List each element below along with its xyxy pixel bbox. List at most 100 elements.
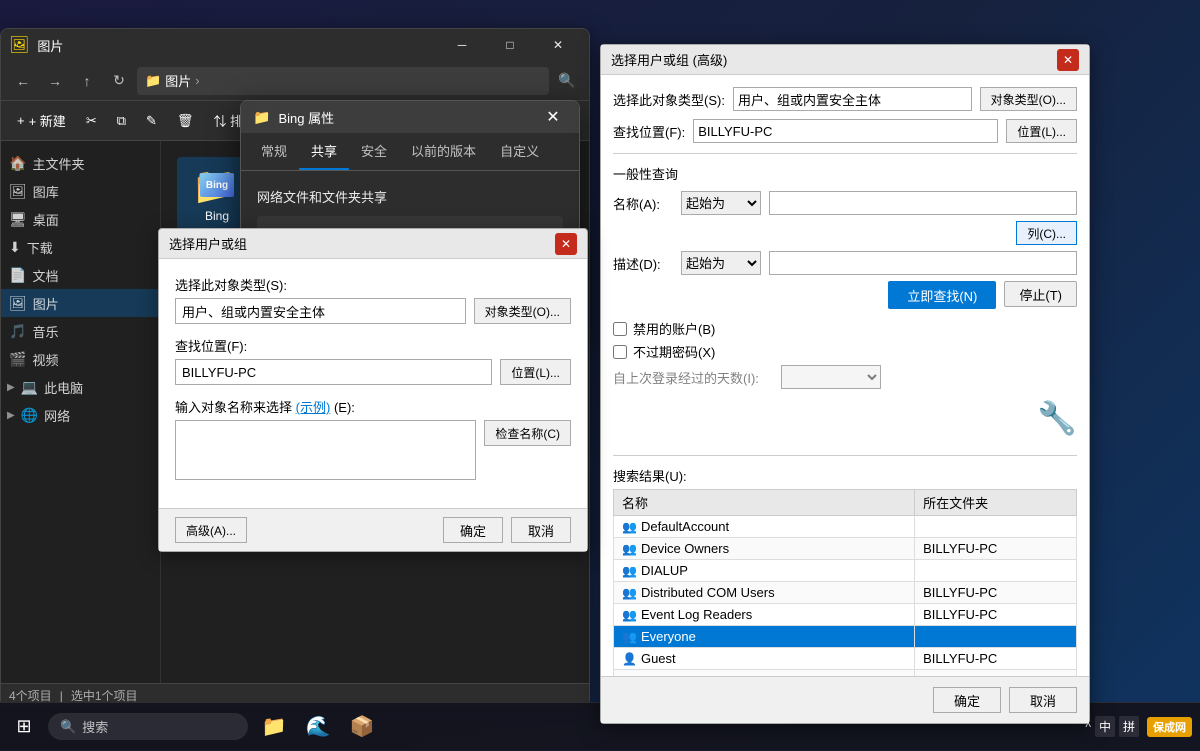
adv-location-input[interactable]: [693, 119, 998, 143]
close-button[interactable]: ✕: [535, 29, 581, 61]
sidebar-item-gallery[interactable]: 🖼 图库: [1, 177, 160, 205]
no-expire-pwd-checkbox[interactable]: [613, 345, 627, 359]
tab-general[interactable]: 常规: [249, 133, 299, 170]
select-user-small-close[interactable]: ✕: [555, 233, 577, 255]
sidebar-item-music[interactable]: 🎵 音乐: [1, 317, 160, 345]
enter-name-textarea[interactable]: [175, 420, 476, 480]
table-row[interactable]: 👤GuestBILLYFU-PC: [614, 648, 1077, 670]
adv-desc-input[interactable]: [769, 251, 1077, 275]
adv-dialog-titlebar: 选择用户或组 (高级) ✕: [601, 45, 1089, 75]
maximize-button[interactable]: □: [487, 29, 533, 61]
address-chevron: ›: [195, 73, 199, 88]
enter-name-field-row: 检查名称(C): [175, 420, 571, 480]
refresh-button[interactable]: ↻: [105, 67, 133, 95]
example-link[interactable]: (示例): [296, 400, 331, 415]
section-divider-2: [613, 455, 1077, 456]
sidebar-item-desktop[interactable]: 🖥 桌面: [1, 205, 160, 233]
columns-button[interactable]: 列(C)...: [1016, 221, 1077, 245]
sidebar-item-network[interactable]: ▶ 🌐 网络: [1, 401, 160, 429]
adv-cancel-button[interactable]: 取消: [1009, 687, 1077, 713]
table-row[interactable]: 👥Event Log ReadersBILLYFU-PC: [614, 604, 1077, 626]
disabled-account-checkbox[interactable]: [613, 322, 627, 336]
up-button[interactable]: ↑: [73, 67, 101, 95]
taskbar-tray: ^ 中 拼: [1085, 716, 1139, 737]
table-row[interactable]: 👥Everyone: [614, 626, 1077, 648]
sidebar-item-pictures[interactable]: 🖼 图片: [1, 289, 160, 317]
result-icon: 👥: [622, 542, 637, 556]
location-button[interactable]: 位置(L)...: [500, 359, 571, 385]
adv-object-type-input[interactable]: [733, 87, 972, 111]
pictures-icon: 🖼: [9, 295, 27, 312]
taskbar-browser-icon[interactable]: 🌊: [300, 709, 336, 745]
tab-security[interactable]: 安全: [349, 133, 399, 170]
search-bar[interactable]: 🔍 搜索: [48, 713, 248, 740]
table-row[interactable]: 👥Distributed COM UsersBILLYFU-PC: [614, 582, 1077, 604]
advanced-select-dialog: 选择用户或组 (高级) ✕ 选择此对象类型(S): 对象类型(O)... 查找位…: [600, 44, 1090, 724]
adv-desc-condition[interactable]: 起始为: [681, 251, 761, 275]
start-button[interactable]: ⊞: [0, 703, 48, 751]
folder-props-icon: 📁: [253, 109, 270, 126]
select-user-small-footer: 高级(A)... 确定 取消: [159, 508, 587, 551]
home-icon: 🏠: [9, 155, 26, 172]
section-divider-1: [613, 153, 1077, 154]
table-row[interactable]: 👥DIALUP: [614, 560, 1077, 582]
sidebar-item-videos[interactable]: 🎬 视频: [1, 345, 160, 373]
location-input[interactable]: [175, 359, 492, 385]
address-icon: 📁: [145, 73, 161, 89]
location-label: 查找位置(F):: [175, 336, 571, 355]
tab-customize[interactable]: 自定义: [488, 133, 551, 170]
object-type-button[interactable]: 对象类型(O)...: [474, 298, 571, 324]
object-type-input[interactable]: [175, 298, 466, 324]
small-dialog-cancel[interactable]: 取消: [511, 517, 571, 543]
sidebar-item-computer[interactable]: ▶ 💻 此电脑: [1, 373, 160, 401]
sidebar-label-videos: 视频: [32, 350, 58, 369]
desktop: 🖼 图片 ─ □ ✕ ← → ↑ ↻ 📁 图片 ›: [0, 0, 1200, 750]
result-name-cell: 👥DIALUP: [614, 560, 915, 582]
sidebar-label-downloads: 下载: [27, 238, 53, 257]
adv-desc-row: 描述(D): 起始为: [613, 251, 1077, 275]
rename-icon: ✎: [146, 113, 157, 129]
tray-pinjin-text[interactable]: 拼: [1119, 716, 1139, 737]
adv-location-row: 查找位置(F): 位置(L)...: [613, 119, 1077, 143]
computer-icon: 💻: [21, 379, 38, 396]
tray-cn-text[interactable]: 中: [1095, 716, 1115, 737]
check-names-button[interactable]: 检查名称(C): [484, 420, 571, 446]
minimize-button[interactable]: ─: [439, 29, 485, 61]
adv-object-type-button[interactable]: 对象类型(O)...: [980, 87, 1077, 111]
enter-name-label: 输入对象名称来选择 (示例) (E):: [175, 397, 571, 416]
advanced-button[interactable]: 高级(A)...: [175, 517, 247, 543]
delete-button[interactable]: 🗑: [169, 107, 202, 135]
cut-button[interactable]: ✂: [78, 107, 105, 135]
bing-props-close[interactable]: ✕: [539, 103, 567, 131]
bing-props-tabs: 常规 共享 安全 以前的版本 自定义: [241, 133, 579, 171]
bing-props-titlebar: 📁 Bing 属性 ✕: [241, 101, 579, 133]
rename-button[interactable]: ✎: [138, 107, 165, 135]
close-icon: ✕: [550, 37, 566, 53]
address-bar[interactable]: 📁 图片 ›: [137, 67, 549, 95]
copy-button[interactable]: ⧉: [109, 107, 134, 135]
adv-name-input[interactable]: [769, 191, 1077, 215]
stop-button[interactable]: 停止(T): [1004, 281, 1077, 307]
sidebar-item-home[interactable]: 🏠 主文件夹: [1, 149, 160, 177]
taskbar-explorer-icon[interactable]: 📁: [256, 709, 292, 745]
adv-dialog-close[interactable]: ✕: [1057, 49, 1079, 71]
adv-search-btn-row: 立即查找(N) 停止(T): [613, 281, 1077, 309]
tab-share[interactable]: 共享: [299, 133, 349, 170]
search-nav-button[interactable]: 🔍: [553, 67, 581, 95]
sidebar-item-downloads[interactable]: ⬇ 下载: [1, 233, 160, 261]
last-login-select[interactable]: [781, 365, 881, 389]
tab-previous-versions[interactable]: 以前的版本: [399, 133, 488, 170]
new-button[interactable]: + + 新建: [9, 107, 74, 135]
forward-button[interactable]: →: [41, 67, 69, 95]
sidebar-item-documents[interactable]: 📄 文档: [1, 261, 160, 289]
adv-name-condition[interactable]: 起始为: [681, 191, 761, 215]
taskbar-store-icon[interactable]: 📦: [344, 709, 380, 745]
find-now-button[interactable]: 立即查找(N): [888, 281, 996, 309]
adv-confirm-button[interactable]: 确定: [933, 687, 1001, 713]
folder-taskbar-icon: 📁: [262, 714, 287, 739]
back-button[interactable]: ←: [9, 67, 37, 95]
small-dialog-confirm[interactable]: 确定: [443, 517, 503, 543]
table-row[interactable]: 👥Device OwnersBILLYFU-PC: [614, 538, 1077, 560]
table-row[interactable]: 👥DefaultAccount: [614, 516, 1077, 538]
adv-location-button[interactable]: 位置(L)...: [1006, 119, 1077, 143]
